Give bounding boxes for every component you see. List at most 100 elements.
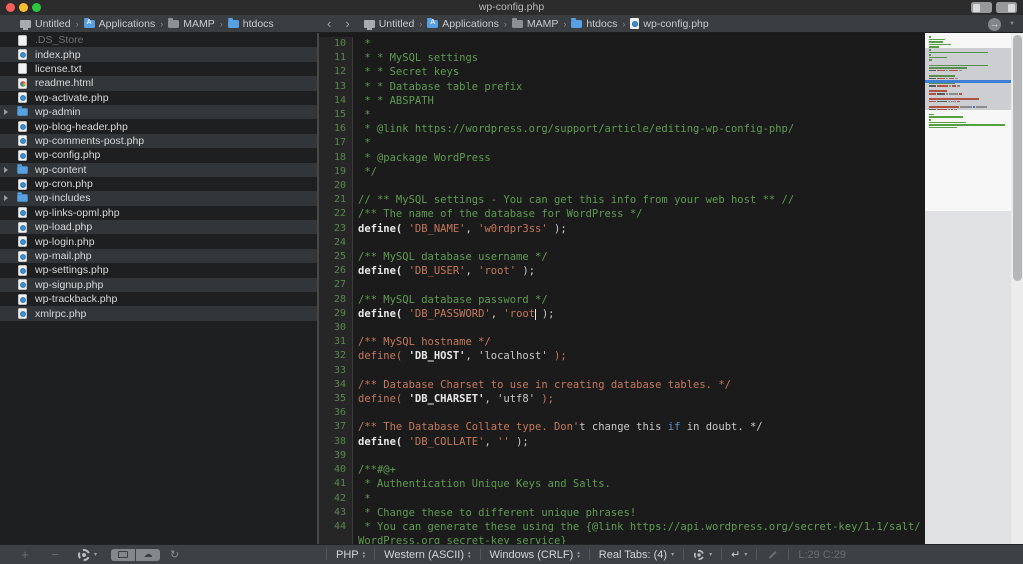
line-endings-select[interactable]: Windows (CRLF) ▴▾ xyxy=(490,549,580,561)
code-line[interactable]: 33 xyxy=(319,364,925,378)
file-row[interactable]: wp-trackback.php xyxy=(0,292,317,306)
code-line[interactable]: 24 xyxy=(319,236,925,250)
toggle-right-panel-button[interactable] xyxy=(996,2,1017,13)
tabs-setting-menu[interactable]: Real Tabs: (4) ▾ xyxy=(599,549,674,561)
code-line[interactable]: 38define( 'DB_COLLATE', '' ); xyxy=(319,435,925,449)
minimap-viewport-indicator[interactable] xyxy=(925,48,1011,110)
code-line[interactable]: 18 * @package WordPress xyxy=(319,151,925,165)
line-number: 11 xyxy=(319,51,353,65)
breadcrumb-item[interactable]: MAMP xyxy=(183,18,215,30)
code-line[interactable]: 30 xyxy=(319,321,925,335)
code-line[interactable]: 34/** Database Charset to use in creatin… xyxy=(319,378,925,392)
breadcrumb-item[interactable]: Untitled xyxy=(35,18,71,30)
file-row[interactable]: wp-signup.php xyxy=(0,278,317,292)
code-line[interactable]: 23define( 'DB_NAME', 'w0rdpr3ss' ); xyxy=(319,222,925,236)
code-line[interactable]: 42 * xyxy=(319,492,925,506)
file-row[interactable]: wp-login.php xyxy=(0,234,317,248)
code-line[interactable]: 26define( 'DB_USER', 'root' ); xyxy=(319,264,925,278)
code-text: define( 'DB_PASSWORD', 'root ); xyxy=(353,307,925,321)
file-row[interactable]: license.txt xyxy=(0,62,317,76)
minimap-empty-area xyxy=(925,211,1011,545)
code-line[interactable]: 12 * * Secret keys xyxy=(319,65,925,79)
code-text xyxy=(353,278,925,292)
code-line[interactable]: 32define( 'DB_HOST', 'localhost' ); xyxy=(319,349,925,363)
code-line[interactable]: 43 * Change these to different unique ph… xyxy=(319,506,925,520)
code-line[interactable]: 10 * xyxy=(319,37,925,51)
go-chevron-icon[interactable]: ▼ xyxy=(1009,21,1015,27)
file-row[interactable]: wp-activate.php xyxy=(0,91,317,105)
sidebar-actions-menu[interactable]: ▾ xyxy=(78,549,97,561)
breadcrumb-item[interactable]: Applications xyxy=(99,18,156,30)
file-row[interactable]: wp-load.php xyxy=(0,220,317,234)
forward-button[interactable]: › xyxy=(345,16,349,31)
file-row[interactable]: wp-includes xyxy=(0,191,317,205)
breadcrumb-item[interactable]: htdocs xyxy=(586,18,617,30)
add-file-button[interactable]: + xyxy=(10,547,40,562)
code-line[interactable]: 36 xyxy=(319,406,925,420)
code-line[interactable]: 31/** MySQL hostname */ xyxy=(319,335,925,349)
code-line[interactable]: 19 */ xyxy=(319,165,925,179)
go-arrow-button[interactable]: → xyxy=(988,18,1001,31)
php-file-icon xyxy=(630,18,639,29)
code-line[interactable]: 39 xyxy=(319,449,925,463)
code-line[interactable]: 16 * @link https://wordpress.org/support… xyxy=(319,122,925,136)
code-line[interactable]: 14 * * ABSPATH xyxy=(319,94,925,108)
breadcrumb-separator-icon: › xyxy=(76,19,79,29)
refresh-icon[interactable]: ↻ xyxy=(170,548,179,561)
code-text: * xyxy=(353,37,925,51)
breadcrumb-item[interactable]: Untitled xyxy=(379,18,415,30)
breadcrumb-item[interactable]: htdocs xyxy=(243,18,274,30)
file-row[interactable]: readme.html xyxy=(0,76,317,90)
breadcrumb-item[interactable]: Applications xyxy=(442,18,499,30)
code-line[interactable]: 22/** The name of the database for WordP… xyxy=(319,207,925,221)
line-ending-insert-menu[interactable]: ↵ ▾ xyxy=(731,548,747,561)
file-row[interactable]: wp-cron.php xyxy=(0,177,317,191)
syntax-mode-select[interactable]: PHP ▴▾ xyxy=(336,549,365,561)
php-file-icon xyxy=(16,150,29,161)
code-line[interactable]: 21// ** MySQL settings - You can get thi… xyxy=(319,193,925,207)
file-row[interactable]: wp-mail.php xyxy=(0,249,317,263)
disclosure-triangle-icon[interactable] xyxy=(4,167,13,173)
remove-file-button[interactable]: − xyxy=(40,547,70,562)
code-line[interactable]: 40/**#@+ xyxy=(319,463,925,477)
file-row[interactable]: wp-comments-post.php xyxy=(0,134,317,148)
encoding-select[interactable]: Western (ASCII) ▴▾ xyxy=(384,549,470,561)
editor-scrollbar-thumb[interactable] xyxy=(1013,35,1022,281)
code-line[interactable]: 35define( 'DB_CHARSET', 'utf8' ); xyxy=(319,392,925,406)
code-line[interactable]: 41 * Authentication Unique Keys and Salt… xyxy=(319,477,925,491)
editor-settings-menu[interactable]: ▾ xyxy=(693,549,712,561)
file-row[interactable]: wp-settings.php xyxy=(0,263,317,277)
code-line[interactable]: 15 * xyxy=(319,108,925,122)
disclosure-triangle-icon[interactable] xyxy=(4,109,13,115)
code-line[interactable]: 25/** MySQL database username */ xyxy=(319,250,925,264)
file-name: xmlrpc.php xyxy=(35,308,86,320)
file-row[interactable]: wp-config.php xyxy=(0,148,317,162)
file-row[interactable]: .DS_Store xyxy=(0,33,317,47)
breadcrumb-item[interactable]: wp-config.php xyxy=(643,18,708,30)
code-line[interactable]: 28/** MySQL database password */ xyxy=(319,293,925,307)
code-line[interactable]: 37/** The Database Collate type. Don't c… xyxy=(319,420,925,434)
code-line[interactable]: 20 xyxy=(319,179,925,193)
code-line[interactable]: 11 * * MySQL settings xyxy=(319,51,925,65)
code-line[interactable]: 17 * xyxy=(319,136,925,150)
back-button[interactable]: ‹ xyxy=(327,16,331,31)
code-editor[interactable]: 10 *11 * * MySQL settings12 * * Secret k… xyxy=(319,33,925,545)
file-row[interactable]: wp-admin xyxy=(0,105,317,119)
file-row[interactable]: index.php xyxy=(0,47,317,61)
toggle-left-panel-button[interactable] xyxy=(971,2,992,13)
file-row[interactable]: wp-blog-header.php xyxy=(0,119,317,133)
code-line[interactable]: 44 * You can generate these using the {@… xyxy=(319,520,925,534)
code-line[interactable]: 13 * * Database table prefix xyxy=(319,80,925,94)
code-line[interactable]: 27 xyxy=(319,278,925,292)
breadcrumb-item[interactable]: MAMP xyxy=(527,18,559,30)
file-row[interactable]: wp-content xyxy=(0,163,317,177)
file-row[interactable]: xmlrpc.php xyxy=(0,306,317,320)
disclosure-triangle-icon[interactable] xyxy=(4,195,13,201)
code-line[interactable]: 29define( 'DB_PASSWORD', 'root ); xyxy=(319,307,925,321)
remote-files-toggle[interactable]: ☁ xyxy=(136,549,160,561)
php-file-icon xyxy=(16,207,29,218)
minimap[interactable] xyxy=(925,33,1011,545)
editor-scrollbar[interactable] xyxy=(1011,33,1023,545)
local-files-toggle[interactable] xyxy=(111,549,135,561)
file-row[interactable]: wp-links-opml.php xyxy=(0,206,317,220)
